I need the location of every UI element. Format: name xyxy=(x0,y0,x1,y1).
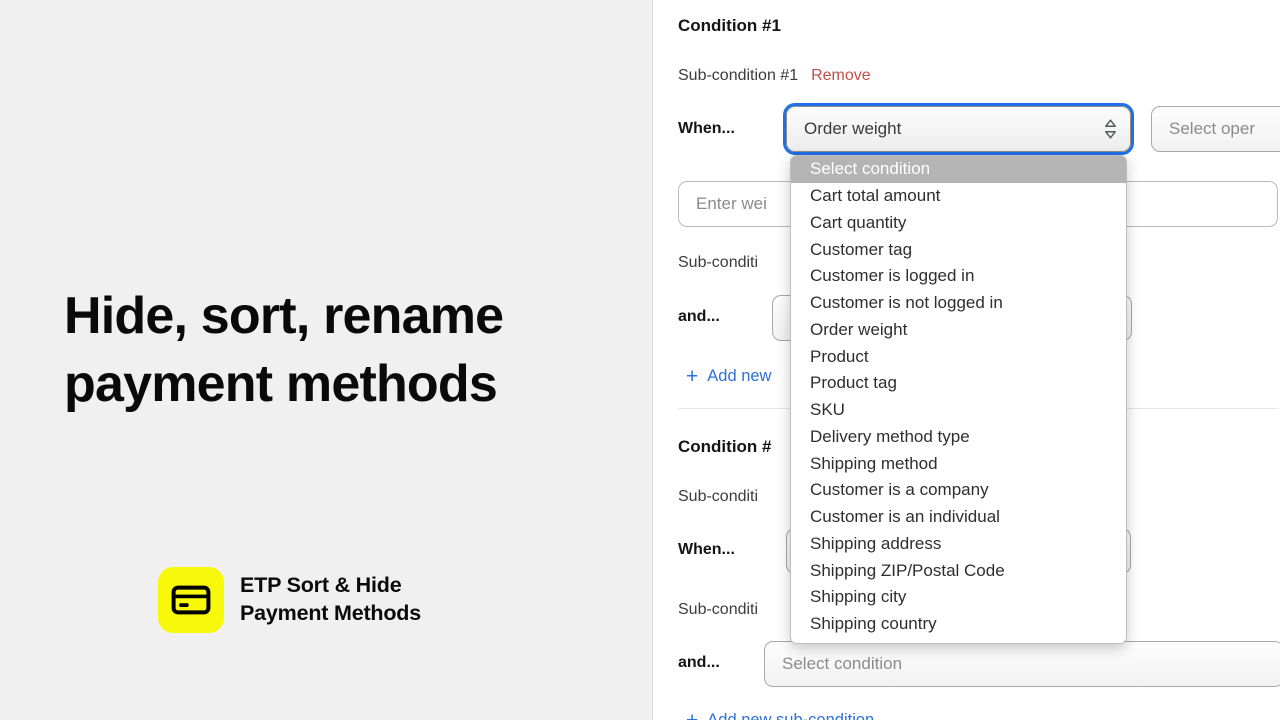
brand-line-2: Payment Methods xyxy=(240,600,421,628)
dropdown-option[interactable]: Product xyxy=(791,343,1126,370)
add-new-sub-condition-label-1: Add new xyxy=(707,367,771,386)
operator-select-1[interactable]: Select oper xyxy=(1151,106,1280,152)
dropdown-option[interactable]: Shipping method xyxy=(791,450,1126,477)
screenshot-root: Hide, sort, rename payment methods ETP S… xyxy=(0,0,1280,720)
condition-select-1[interactable]: Order weight xyxy=(786,106,1131,152)
dropdown-option[interactable]: Product tag xyxy=(791,370,1126,397)
sub-condition-3-label: Sub-conditi xyxy=(678,488,758,506)
credit-card-icon xyxy=(171,585,211,615)
dropdown-option[interactable]: Shipping country xyxy=(791,611,1126,638)
remove-sub-condition-link[interactable]: Remove xyxy=(811,67,871,85)
headline-line-1: Hide, sort, rename xyxy=(64,283,609,351)
dropdown-option[interactable]: Customer is an individual xyxy=(791,504,1126,531)
dropdown-option[interactable]: Cart quantity xyxy=(791,210,1126,237)
sub-condition-1-label: Sub-condition #1 xyxy=(678,67,798,85)
dropdown-option[interactable]: Order weight xyxy=(791,317,1126,344)
dropdown-option[interactable]: Shipping address xyxy=(791,531,1126,558)
dropdown-option[interactable]: Shipping ZIP/Postal Code xyxy=(791,557,1126,584)
dropdown-option[interactable]: Cart total amount xyxy=(791,183,1126,210)
dropdown-option[interactable]: Customer is a company xyxy=(791,477,1126,504)
page-title: Hide, sort, rename payment methods xyxy=(64,283,609,418)
dropdown-option[interactable]: Delivery method type xyxy=(791,424,1126,451)
condition-2-sub-1-header: Sub-conditi xyxy=(678,488,758,506)
brand-lockup: ETP Sort & Hide Payment Methods xyxy=(158,567,421,633)
chevron-up-down-icon xyxy=(1102,116,1118,142)
headline-line-2: payment methods xyxy=(64,351,609,419)
condition-select-1-value: Order weight xyxy=(804,119,1102,139)
operator-select-1-placeholder: Select oper xyxy=(1169,119,1280,139)
condition-dropdown-menu[interactable]: Select conditionCart total amountCart qu… xyxy=(790,155,1127,644)
condition-select-4[interactable]: Select condition xyxy=(764,641,1280,687)
promo-panel: Hide, sort, rename payment methods ETP S… xyxy=(0,0,653,720)
dropdown-option[interactable]: Customer is logged in xyxy=(791,263,1126,290)
when-label-2: When... xyxy=(678,541,735,559)
app-logo xyxy=(158,567,224,633)
condition-select-4-placeholder: Select condition xyxy=(782,654,1271,674)
condition-2-sub-2-header: Sub-conditi xyxy=(678,601,758,619)
add-new-sub-condition-link-2[interactable]: + Add new sub-condition xyxy=(686,710,874,720)
dropdown-option[interactable]: Customer tag xyxy=(791,236,1126,263)
when-label-1: When... xyxy=(678,120,735,138)
plus-icon-2: + xyxy=(686,710,698,720)
dropdown-option[interactable]: Shipping city xyxy=(791,584,1126,611)
and-label-2: and... xyxy=(678,654,720,672)
sub-condition-2-label: Sub-conditi xyxy=(678,254,758,272)
brand-name: ETP Sort & Hide Payment Methods xyxy=(240,572,421,627)
brand-line-1: ETP Sort & Hide xyxy=(240,572,421,600)
and-label-1: and... xyxy=(678,308,720,326)
condition-1-title: Condition #1 xyxy=(678,16,781,36)
dropdown-option[interactable]: Customer is not logged in xyxy=(791,290,1126,317)
dropdown-option[interactable]: Select condition xyxy=(791,156,1126,183)
condition-builder-panel: Condition #1 Sub-condition #1 Remove Whe… xyxy=(654,0,1280,720)
condition-1-sub-2-header: Sub-conditi xyxy=(678,254,758,272)
add-new-sub-condition-label-2: Add new sub-condition xyxy=(707,711,874,720)
dropdown-option[interactable]: SKU xyxy=(791,397,1126,424)
plus-icon: + xyxy=(686,366,698,387)
sub-condition-4-label: Sub-conditi xyxy=(678,601,758,619)
add-new-sub-condition-link-1[interactable]: + Add new xyxy=(686,366,771,387)
condition-2-title: Condition # xyxy=(678,437,771,457)
condition-1-sub-1-header: Sub-condition #1 Remove xyxy=(678,67,871,85)
